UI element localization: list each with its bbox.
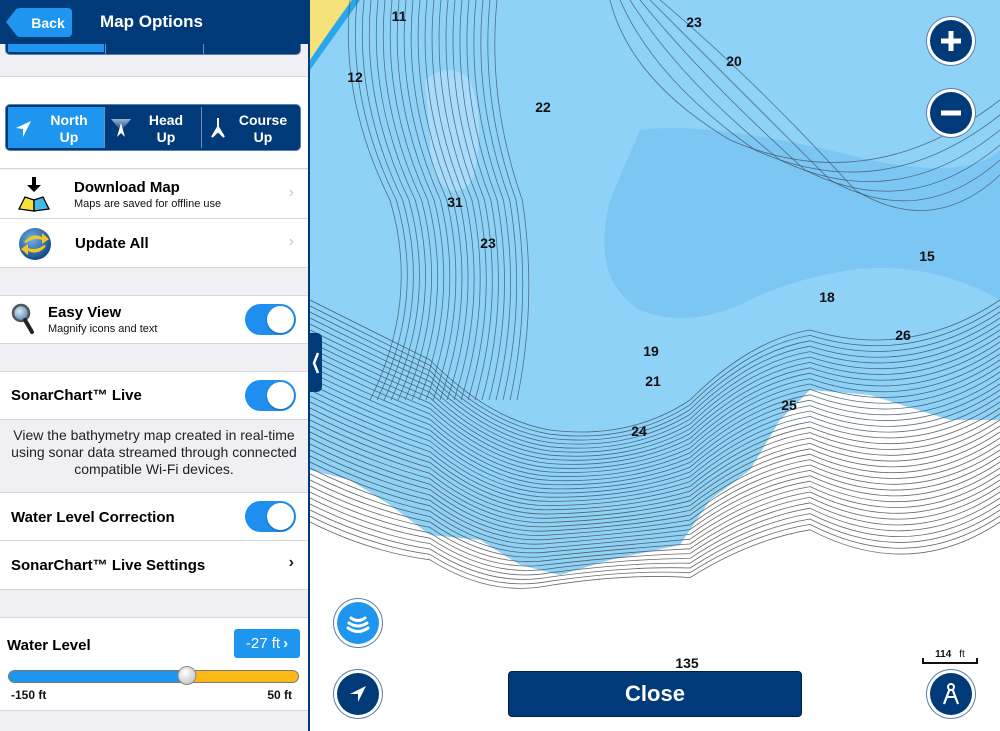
depth-label: 23: [480, 235, 496, 251]
water-level-value: -27 ft: [245, 635, 281, 652]
update-all-title: Update All: [75, 235, 149, 252]
sonarchart-settings-row[interactable]: SonarChart™ Live Settings ›: [0, 541, 308, 589]
sonarchart-live-title: SonarChart™ Live: [11, 387, 142, 404]
download-map-subtitle: Maps are saved for offline use: [74, 198, 222, 210]
depth-label: 19: [643, 343, 659, 359]
segment-course-up[interactable]: Course Up: [201, 107, 298, 148]
depth-label: 25: [781, 397, 797, 413]
depth-label: 24: [631, 423, 647, 439]
measure-button[interactable]: [927, 670, 975, 718]
chevron-right-icon: ›: [283, 635, 289, 652]
zoom-out-button[interactable]: [927, 89, 975, 137]
back-button[interactable]: Back: [6, 8, 72, 37]
sonarchart-live-toggle[interactable]: [245, 380, 296, 411]
water-level-title: Water Level: [7, 637, 91, 654]
sonarchart-live-row: SonarChart™ Live: [0, 372, 308, 419]
description-line: compatible Wi-Fi devices.: [74, 461, 234, 477]
water-level-slider[interactable]: [8, 666, 299, 685]
zoom-in-button[interactable]: [927, 17, 975, 65]
depth-label: 11: [391, 8, 407, 24]
slider-max-label: 50 ft: [267, 688, 292, 702]
map-options-panel: Back Map Options North Up Head Up Course Up: [0, 0, 310, 731]
download-map-icon: [18, 177, 50, 212]
depth-label: 15: [919, 248, 935, 264]
easy-view-subtitle: Magnify icons and text: [48, 323, 158, 335]
sonarchart-settings-title: SonarChart™ Live Settings: [11, 557, 206, 574]
download-map-title: Download Map: [74, 179, 180, 196]
chevron-right-icon: ›: [288, 233, 294, 250]
segment-label: Up: [253, 129, 273, 145]
sonar-button[interactable]: [334, 599, 382, 647]
segment-label: Up: [156, 129, 176, 145]
water-level-correction-row: Water Level Correction: [0, 493, 308, 540]
north-up-arrow-icon: [16, 121, 31, 137]
chevron-right-icon: ›: [288, 184, 294, 201]
depth-label: 18: [819, 289, 835, 305]
navigation-bar: Back Map Options: [0, 0, 308, 44]
water-level-value-button[interactable]: -27 ft ›: [234, 629, 300, 658]
compass-divider-icon: [942, 683, 960, 705]
depth-label: 22: [535, 99, 551, 115]
description-line: using sonar data streamed through connec…: [11, 444, 297, 460]
segment-label: Up: [59, 129, 79, 145]
orientation-segmented-control[interactable]: North Up Head Up Course Up: [5, 104, 301, 151]
water-level-correction-toggle[interactable]: [245, 501, 296, 532]
chevron-left-icon: [312, 352, 319, 373]
map-view[interactable]: 11 23 20 12 22 31 23 15 18 26 19 21 25 24 135 Close 11…: [310, 0, 1000, 731]
segment-label: Head: [148, 112, 184, 128]
close-button[interactable]: Close: [508, 671, 802, 717]
depth-label: 26: [895, 327, 911, 343]
bathymetry-contours: [310, 0, 1000, 589]
plus-icon: [941, 31, 961, 51]
description-line: View the bathymetry map created in real-…: [13, 427, 295, 443]
sonar-waves-icon: [346, 616, 370, 633]
depth-label: 12: [347, 69, 363, 85]
update-all-row[interactable]: Update All ›: [0, 219, 308, 267]
segment-label: Course: [238, 112, 288, 128]
download-map-row[interactable]: Download Map Maps are saved for offline …: [0, 170, 308, 218]
magnifier-icon: [11, 303, 34, 334]
slider-thumb[interactable]: [177, 666, 197, 685]
scale-bar: 114 ft: [922, 649, 978, 666]
segment-north-up[interactable]: North Up: [8, 107, 104, 148]
depth-label: 23: [686, 14, 702, 30]
easy-view-row: Easy View Magnify icons and text: [0, 296, 308, 343]
head-up-icon: [111, 119, 131, 137]
app-root: 11 23 20 12 22 31 23 15 18 26 19 21 25 24 135 Close 11…: [0, 0, 1000, 731]
page-title: Map Options: [100, 12, 203, 31]
depth-label: 31: [447, 194, 463, 210]
scale-unit: ft: [959, 649, 965, 660]
scale-value: 114: [935, 649, 952, 660]
segment-label: North: [50, 112, 88, 128]
easy-view-toggle[interactable]: [245, 304, 296, 335]
depth-label: 20: [726, 53, 742, 69]
depth-label: 21: [645, 373, 661, 389]
locate-me-button[interactable]: [334, 670, 382, 718]
collapse-panel-handle[interactable]: [309, 333, 322, 392]
chevron-right-icon: ›: [288, 554, 294, 571]
sonarchart-live-description: View the bathymetry map created in real-…: [0, 427, 308, 478]
slider-min-label: -150 ft: [11, 688, 47, 702]
minus-icon: [941, 110, 961, 116]
location-arrow-icon: [350, 686, 366, 702]
water-level-correction-title: Water Level Correction: [11, 509, 175, 526]
segment-head-up[interactable]: Head Up: [104, 107, 201, 148]
course-up-icon: [211, 118, 225, 138]
easy-view-title: Easy View: [48, 304, 122, 321]
update-globe-icon: [19, 228, 51, 260]
depth-label: 135: [675, 655, 699, 671]
